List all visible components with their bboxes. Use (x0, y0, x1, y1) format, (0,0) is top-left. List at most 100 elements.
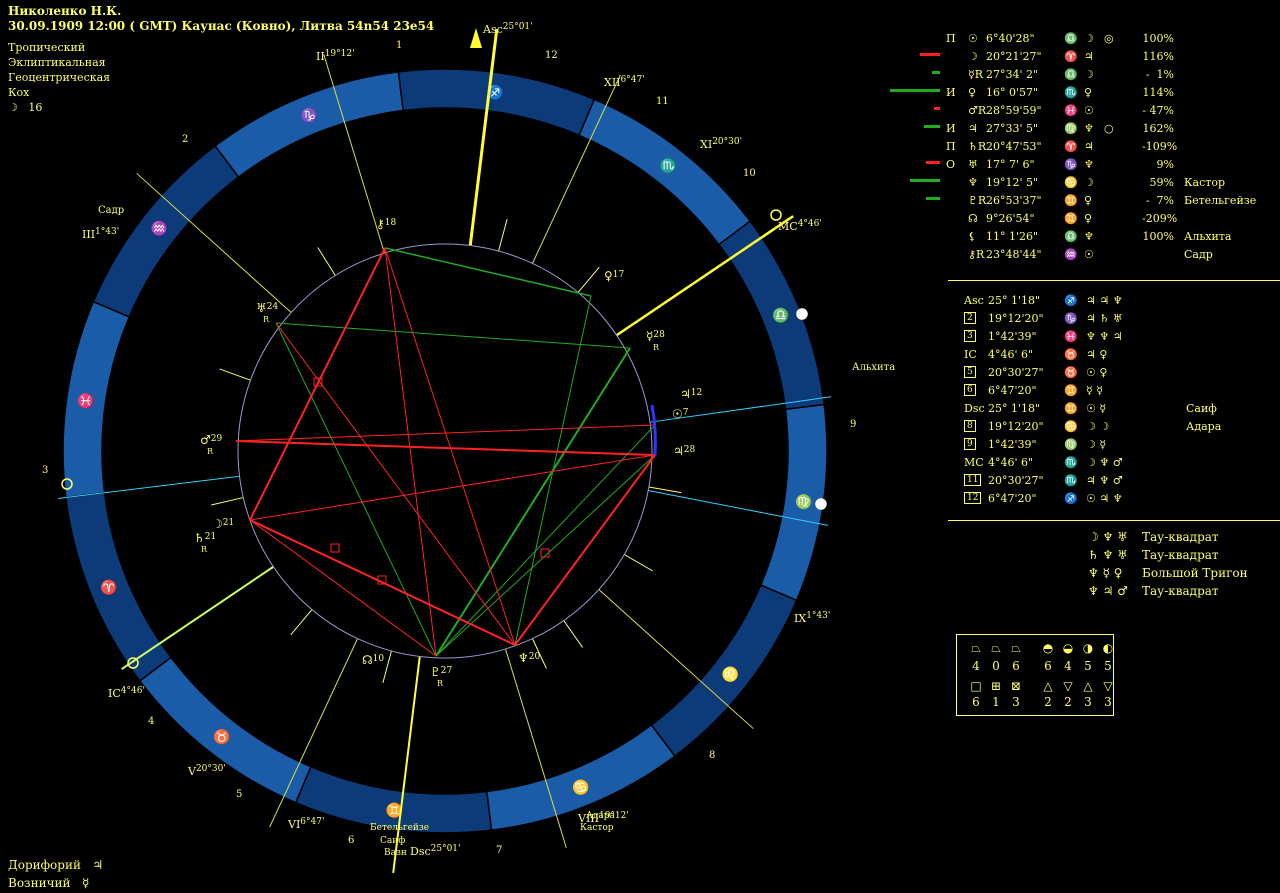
zodiac-ring: ♑♒♓♈♉♊♋♌♍♎♏♐ (62, 68, 828, 834)
planet-chiron-icon[interactable]: ⚷18 (376, 217, 397, 231)
zodiac-segment (214, 71, 405, 179)
planet-mercury-icon[interactable]: ☿28 (646, 329, 665, 343)
zodiac-sign-icon: ♊ (1064, 402, 1078, 415)
element-count: 4 (972, 659, 980, 673)
planet-jupiter_small-icon[interactable]: ♃12 (680, 387, 702, 401)
ruler-icon: ♃ (1084, 50, 1094, 63)
zodiac-sign-icon: ♑ (1064, 158, 1078, 171)
planet-venus-icon[interactable]: ♀17 (604, 269, 625, 283)
aspect-figure-glyphs: ♆ ♃ ♂ (1088, 584, 1128, 598)
planet-strength: - 1% (1145, 68, 1174, 81)
elements-summary-box: ⏢ 4 □ 6 ⏢ 0 ⊞ 1 ⏢ 6 ⊠ 3 ◓ 6 △ 2 ◒ 4 ▽ 2 ◑ 5 △ 3 ◐ 5 ▽ 3 (956, 634, 1114, 716)
element-count: 6 (972, 695, 980, 709)
planet-saturn-icon[interactable]: ♄21 (194, 531, 216, 545)
axis-marker (815, 498, 827, 510)
planet-icon: ⚸ (968, 230, 977, 243)
aspect-figure-label: Тау-квадрат (1142, 548, 1219, 562)
planet-position: 20°47'53" (986, 140, 1042, 153)
planet-position: 6°40'28" (986, 32, 1035, 45)
house-position: 4°46' 6" (988, 456, 1034, 469)
house-label: MC (964, 456, 984, 469)
aspect-lines (235, 247, 657, 657)
aspect-line (249, 247, 386, 521)
ruler-icon: ○ (1104, 122, 1114, 135)
planet-neptune-icon[interactable]: ♆20 (518, 651, 540, 665)
aspect-figure-glyphs: ♆ ☿ ♀ (1088, 566, 1123, 580)
retrograde-mark: R (437, 679, 444, 688)
element-icon: ⊞ (990, 679, 1002, 693)
planet-uranus-icon[interactable]: ♅24 (256, 301, 278, 315)
planet-icon: ♆ (968, 176, 978, 189)
planet-position: 27°33' 5" (986, 122, 1039, 135)
planet-moon-icon[interactable]: ☽21 (212, 517, 234, 531)
element-count: 6 (1012, 659, 1020, 673)
planet-degree: 7 (683, 408, 689, 418)
house-rulers: ♃ ♆ ♂ (1086, 474, 1123, 487)
planet-degree: 10 (373, 654, 385, 664)
planet-position: 28°59'59" (986, 104, 1042, 117)
planet-pluto-icon[interactable]: ♇27 (430, 665, 452, 679)
star-kastor: Кастор (580, 823, 614, 833)
divider (948, 280, 1280, 281)
house-tick (211, 497, 244, 506)
planet-position: 20°21'27" (986, 50, 1042, 63)
planet-mars-icon[interactable]: ♂29 (200, 433, 222, 447)
cusp-degree: 20°30' (712, 137, 742, 147)
planet-strength: 59% (1149, 176, 1174, 189)
element-count: 6 (1044, 659, 1052, 673)
planet-position: 9°26'54" (986, 212, 1035, 225)
planet-strength: - 47% (1142, 104, 1174, 117)
ruler-icon: ♃ (1084, 140, 1094, 153)
element-count: 2 (1064, 695, 1072, 709)
house-label: 5 (964, 366, 976, 378)
planet-degree: 27 (441, 666, 453, 676)
aspect-line (435, 424, 656, 657)
house-rulers: ♃ ♀ (1086, 348, 1108, 361)
planet-strength: 100% (1142, 230, 1174, 243)
house-tick (563, 620, 584, 648)
house-position: 20°30'27" (988, 366, 1044, 379)
strength-bar (924, 125, 940, 128)
house-rulers: ☉ ♃ ♆ (1086, 492, 1123, 505)
ruler-icon: ☉ (1084, 104, 1094, 117)
zodiac-sign-icon: ♓ (1064, 330, 1078, 343)
zodiac-sign-icon: ♎ (1064, 230, 1078, 243)
element-count: 4 (1064, 659, 1072, 673)
zodiac-sign-icon: ♉ (213, 729, 230, 746)
planet-degree: 20 (529, 652, 541, 662)
aspect-line (275, 322, 631, 349)
planet-jupiter-icon[interactable]: ♃28 (673, 444, 695, 458)
zodiac-sign-icon: ♑ (300, 107, 317, 124)
house-number: 10 (743, 168, 756, 179)
element-icon: ⏢ (971, 641, 981, 655)
element-icon: △ (1083, 679, 1093, 693)
house-position: 6°47'20" (988, 492, 1037, 505)
strength-bar (932, 71, 940, 74)
zodiac-sign-icon: ♈ (100, 579, 117, 596)
retrograde-mark: R (653, 343, 660, 352)
zodiac-sign-icon: ♍ (1064, 438, 1078, 451)
zodiac-sign-icon: ♋ (1064, 176, 1078, 189)
retrograde-mark: R (201, 545, 208, 554)
cusp-label-v: V20°30' (187, 764, 226, 778)
natal-chart-wheel[interactable]: ♑♒♓♈♉♊♋♌♍♎♏♐ Asc25°01'II19°12'III1°43'IC… (0, 0, 940, 893)
retrograde-mark: R (207, 447, 214, 456)
planet-node-icon[interactable]: ☊10 (362, 653, 384, 667)
planet-icon: ☽ (968, 50, 978, 63)
element-count: 1 (992, 695, 1000, 709)
zodiac-sign-icon: ♏ (659, 157, 676, 174)
house-label: 3 (964, 330, 976, 342)
star-alhita: Альхита (852, 362, 895, 373)
planet-sun-icon[interactable]: ☉7 (672, 407, 689, 421)
planet-position: 16° 0'57" (986, 86, 1039, 99)
inner-circle (237, 243, 653, 659)
planet-status: П (946, 140, 956, 153)
aspect-line (384, 247, 592, 297)
planet-strength: 9% (1156, 158, 1174, 171)
planet-position: 17° 7' 6" (986, 158, 1035, 171)
planet-degree: 29 (211, 434, 223, 444)
sun-arc (650, 404, 657, 456)
strength-bar (910, 179, 940, 182)
house-number: 9 (850, 419, 856, 430)
planet-strength: 116% (1142, 50, 1174, 63)
